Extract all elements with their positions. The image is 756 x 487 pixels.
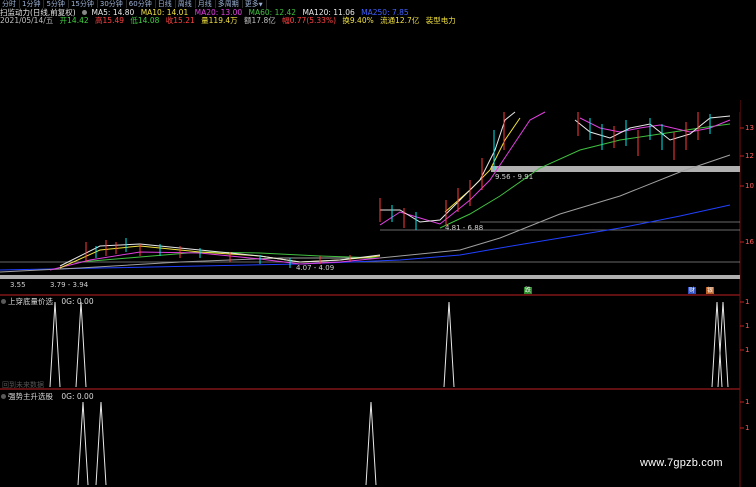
signal-spike-2 [75,301,87,388]
signal-spike-1 [49,301,61,388]
axis-label: 1 [745,398,750,406]
candles-mid [379,112,505,230]
axis-label: 1 [745,346,750,354]
axis-label: 10 [745,182,754,190]
panel1-value: 0G: 0.00 [61,297,94,306]
signal-spike-6 [77,401,89,486]
panel-settings-icon[interactable] [1,394,6,399]
kline-chart[interactable] [0,0,756,487]
price-label-high: 9.56 - 9.91 [495,173,534,181]
ma-white-3 [574,115,731,141]
price-label-mid: 4.81 - 6.88 [445,224,484,232]
axis-label: 1 [745,298,750,306]
panel2-value: 0G: 0.00 [61,392,94,401]
blank-area [430,28,740,112]
signal-spike-7 [95,401,107,486]
signal-badge: 跌 [524,287,533,294]
axis-label: 16 [745,238,754,246]
signal-badge: 银 [706,287,715,294]
price-label-low: 4.07 - 4.09 [296,264,335,272]
signal-spike-8 [365,401,377,486]
panel2-title: 强势主升选股 [8,392,53,401]
price-band [0,275,740,279]
axis-label: 1 [745,322,750,330]
axis-label: 1 [745,424,750,432]
right-axis-ticks [740,127,744,429]
price-label-min: 3.55 [10,281,26,289]
axis-label: 13 [745,124,754,132]
ma-long-blue [0,204,731,271]
panel-settings-icon[interactable] [1,299,6,304]
panel1-header: 上穿底量价选 0G: 0.00 [1,296,94,307]
panel2-header: 强势主升选股 0G: 0.00 [1,391,94,402]
signal-spike-3 [443,301,455,388]
panel1-caption: 回到未来数据 [2,381,44,389]
ma-gray [0,154,731,273]
site-watermark: www.7gpzb.com [640,457,723,469]
price-band [491,166,740,172]
axis-label: 12 [745,152,754,160]
signal-badge: 财 [688,287,697,294]
panel1-title: 上穿底量价选 [8,297,53,306]
price-label-bottom: 3.79 - 3.94 [50,281,89,289]
